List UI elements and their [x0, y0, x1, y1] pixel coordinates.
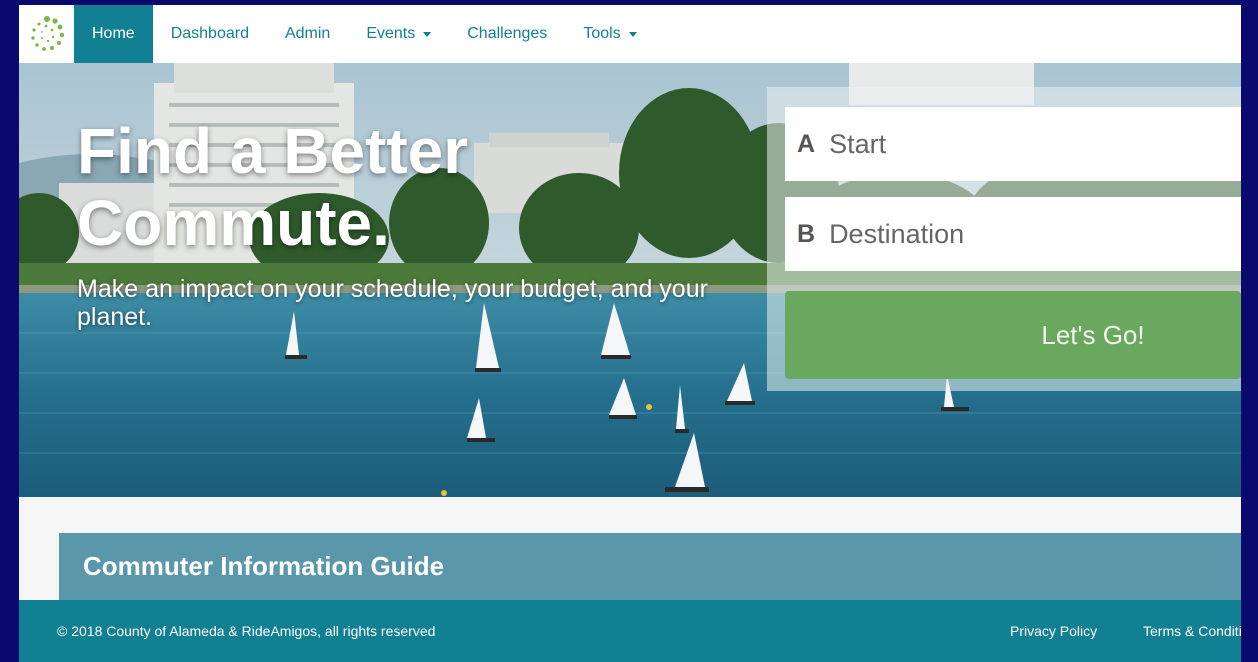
copyright-text: © 2018 County of Alameda & RideAmigos, a… [57, 623, 436, 639]
hero-banner: Find a Better Commute. Make an impact on… [19, 63, 1241, 497]
nav-challenges[interactable]: Challenges [449, 5, 565, 63]
lets-go-button[interactable]: Let's Go! [785, 291, 1241, 379]
nav-tools-dropdown[interactable]: Tools [565, 5, 654, 63]
hero-subtitle: Make an impact on your schedule, your bu… [77, 275, 708, 331]
hero-title: Find a Better Commute. [77, 115, 469, 259]
top-navbar: Home Dashboard Admin Events Challenges T… [19, 5, 1241, 63]
nav-dashboard[interactable]: Dashboard [153, 5, 267, 63]
start-input[interactable] [827, 127, 1212, 161]
start-letter: A [797, 129, 816, 158]
caret-down-icon [628, 31, 637, 37]
destination-input[interactable] [827, 217, 1212, 251]
site-logo[interactable] [19, 5, 74, 63]
start-field[interactable]: A [785, 107, 1241, 181]
nav-dashboard-label: Dashboard [170, 25, 249, 42]
commuter-guide-title: Commuter Information Guide [83, 551, 445, 581]
nav-home[interactable]: Home [74, 5, 153, 63]
commuter-guide-bar[interactable]: Commuter Information Guide [59, 533, 1241, 600]
caret-down-icon [423, 31, 432, 37]
nav-challenges-label: Challenges [467, 25, 548, 42]
spiral-logo-icon [30, 16, 64, 51]
trip-planner-panel: A B Let's Go! [767, 87, 1241, 391]
privacy-policy-link[interactable]: Privacy Policy [1010, 623, 1097, 639]
nav-events-label: Events [366, 25, 416, 42]
nav-events-dropdown[interactable]: Events [348, 5, 449, 63]
terms-link[interactable]: Terms & Conditi [1143, 623, 1241, 639]
site-footer: © 2018 County of Alameda & RideAmigos, a… [19, 600, 1241, 662]
nav-tools-label: Tools [583, 25, 621, 42]
nav-home-label: Home [92, 25, 135, 42]
content-section: Commuter Information Guide [19, 497, 1241, 600]
nav-admin-label: Admin [284, 25, 331, 42]
destination-letter: B [797, 219, 816, 248]
browser-viewport: Home Dashboard Admin Events Challenges T… [19, 5, 1241, 662]
nav-admin[interactable]: Admin [267, 5, 348, 63]
destination-field[interactable]: B [785, 197, 1241, 271]
